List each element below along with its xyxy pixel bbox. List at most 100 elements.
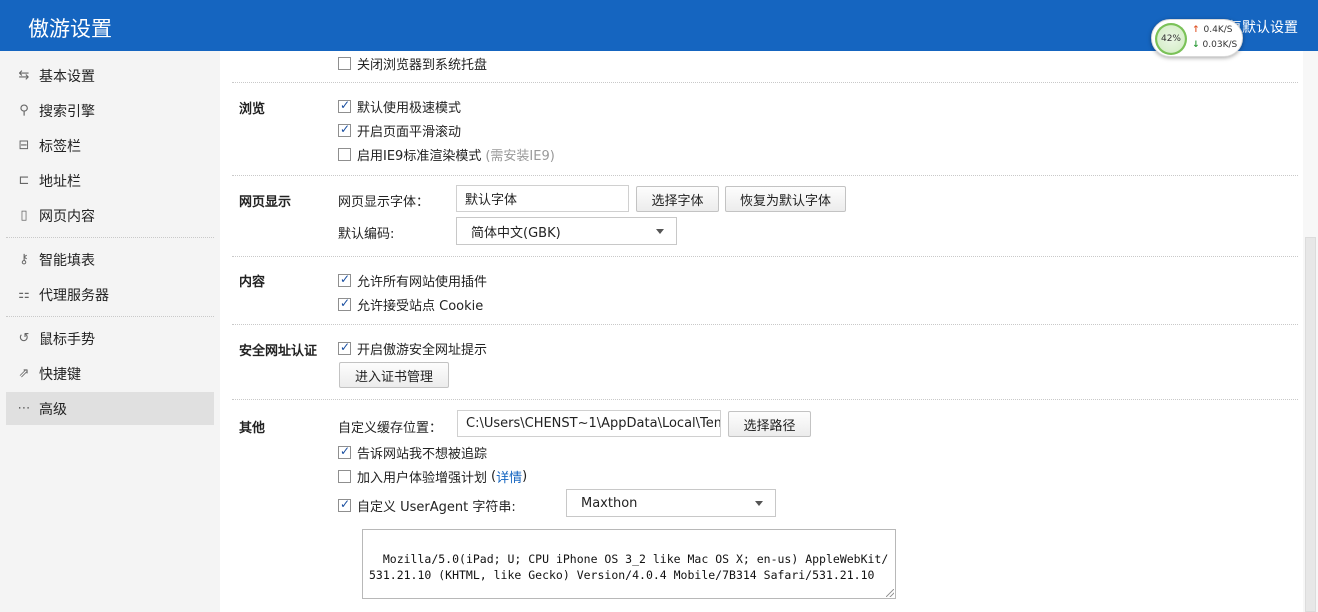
ux-program-option[interactable]: 加入用户体验增强计划 (详情) [338, 467, 527, 486]
checkbox[interactable] [338, 296, 351, 311]
sidebar-item-label: 快捷键 [39, 366, 81, 383]
sidebar-item-label: 地址栏 [39, 173, 81, 190]
choose-path-button[interactable]: 选择路径 [728, 411, 811, 437]
checkbox[interactable] [338, 272, 351, 287]
sidebar: ⇆ 基本设置 ⚲ 搜索引擎 ⊟ 标签栏 ⊏ 地址栏 ▯ 网页内容 ⚷ 智能填表 … [0, 51, 220, 612]
cache-location-label: 自定义缓存位置： [338, 421, 443, 436]
smooth-scroll-option[interactable]: 开启页面平滑滚动 [338, 121, 461, 140]
section-title-security: 安全网址认证 [239, 344, 318, 359]
checkbox[interactable] [338, 497, 351, 512]
download-speed-value: 0.03K/S [1202, 40, 1238, 50]
section-divider [232, 399, 1298, 400]
page-icon: ▯ [20, 208, 28, 223]
vertical-scrollbar[interactable] [1303, 51, 1318, 612]
sidebar-item-tabs[interactable]: ⊟ 标签栏 [6, 129, 214, 162]
download-speed: ↓ 0.03K/S [1192, 40, 1237, 50]
option-label: 告诉网站我不想被追踪 [357, 447, 488, 462]
sidebar-item-label: 搜索引擎 [39, 103, 95, 120]
proxy-icon: ⚏ [18, 287, 30, 302]
allow-cookies-option[interactable]: 允许接受站点 Cookie [338, 295, 483, 314]
sidebar-item-advanced[interactable]: ⋯ 高级 [6, 392, 214, 425]
option-label: 允许所有网站使用插件 [357, 275, 488, 290]
safe-url-option[interactable]: 开启傲游安全网址提示 [338, 339, 487, 358]
chevron-down-icon [656, 229, 664, 234]
sidebar-item-mouse-gesture[interactable]: ↺ 鼠标手势 [6, 322, 214, 355]
address-bar-icon: ⊏ [18, 173, 30, 188]
upload-arrow-icon: ↑ [1192, 25, 1200, 35]
section-divider [232, 256, 1298, 257]
scrollbar-thumb[interactable] [1305, 237, 1316, 612]
sidebar-item-label: 高级 [39, 401, 67, 418]
font-label: 网页显示字体： [338, 195, 430, 210]
option-label: 加入用户体验增强计划 [357, 471, 488, 486]
option-label: 启用IE9标准渲染模式 [357, 149, 482, 164]
choose-font-button[interactable]: 选择字体 [636, 186, 719, 212]
allow-plugins-option[interactable]: 允许所有网站使用插件 [338, 271, 487, 290]
app-title: 傲游设置 [28, 17, 112, 41]
option-label: 自定义 UserAgent 字符串: [357, 500, 516, 515]
checkbox[interactable] [338, 444, 351, 459]
sidebar-item-basic[interactable]: ⇆ 基本设置 [6, 59, 214, 92]
checkbox[interactable] [338, 98, 351, 113]
tabs-icon: ⊟ [18, 138, 30, 153]
useragent-value: Maxthon [581, 495, 638, 511]
section-divider [232, 324, 1298, 325]
network-speed-widget[interactable]: 42% ↑ 0.4K/S ↓ 0.03K/S [1151, 19, 1243, 57]
key-icon: ⚷ [19, 252, 29, 267]
ie9-render-option[interactable]: 启用IE9标准渲染模式 (需安装IE9) [338, 145, 555, 164]
sidebar-divider [6, 316, 214, 317]
checkbox[interactable] [338, 470, 351, 483]
option-label: 开启页面平滑滚动 [357, 125, 462, 140]
more-icon: ⋯ [17, 401, 31, 416]
section-title-content: 内容 [239, 275, 266, 290]
font-field[interactable]: 默认字体 [456, 185, 629, 212]
option-label: 关闭浏览器到系统托盘 [357, 58, 488, 73]
certificate-manager-button[interactable]: 进入证书管理 [339, 362, 449, 388]
restore-font-button[interactable]: 恢复为默认字体 [725, 186, 846, 212]
upload-speed: ↑ 0.4K/S [1192, 25, 1233, 35]
useragent-textarea[interactable]: Mozilla/5.0(iPad; U; CPU iPhone OS 3_2 l… [362, 529, 896, 599]
chevron-down-icon [755, 501, 763, 506]
search-icon: ⚲ [19, 103, 29, 118]
close-to-tray-option[interactable]: 关闭浏览器到系统托盘 [338, 54, 487, 73]
title-bar: 傲游设置 恢复默认设置 [0, 0, 1318, 51]
section-title-other: 其他 [239, 421, 266, 436]
encoding-label: 默认编码: [338, 227, 395, 242]
sidebar-item-label: 智能填表 [39, 252, 95, 269]
resize-grip-icon[interactable] [886, 589, 894, 597]
useragent-text: Mozilla/5.0(iPad; U; CPU iPhone OS 3_2 l… [369, 552, 889, 582]
checkbox[interactable] [338, 340, 351, 355]
sidebar-item-label: 代理服务器 [39, 287, 109, 304]
sidebar-item-label: 鼠标手势 [39, 331, 95, 348]
option-label: 开启傲游安全网址提示 [357, 343, 488, 358]
option-label: 允许接受站点 Cookie [357, 299, 484, 314]
download-arrow-icon: ↓ [1192, 40, 1200, 50]
details-link[interactable]: 详情 [496, 467, 522, 486]
sidebar-item-address-bar[interactable]: ⊏ 地址栏 [6, 164, 214, 197]
encoding-select[interactable]: 简体中文(GBK) [456, 217, 677, 245]
sidebar-item-page-content[interactable]: ▯ 网页内容 [6, 199, 214, 232]
memory-usage-gauge: 42% [1155, 23, 1187, 55]
sidebar-divider [6, 237, 214, 238]
section-divider [232, 82, 1298, 83]
shortcut-icon: ⇗ [18, 366, 30, 381]
do-not-track-option[interactable]: 告诉网站我不想被追踪 [338, 443, 487, 462]
checkbox[interactable] [338, 57, 351, 70]
sidebar-item-shortcut[interactable]: ⇗ 快捷键 [6, 357, 214, 390]
upload-speed-value: 0.4K/S [1203, 25, 1233, 35]
sidebar-item-proxy[interactable]: ⚏ 代理服务器 [6, 278, 214, 311]
sidebar-item-label: 标签栏 [39, 138, 81, 155]
section-divider [232, 175, 1298, 176]
sliders-icon: ⇆ [18, 68, 30, 83]
cache-path-field[interactable]: C:\Users\CHENST~1\AppData\Local\Temp\ [457, 410, 721, 437]
checkbox[interactable] [338, 148, 351, 161]
encoding-value: 简体中文(GBK) [471, 225, 561, 241]
sidebar-item-search-engine[interactable]: ⚲ 搜索引擎 [6, 94, 214, 127]
sidebar-item-autofill[interactable]: ⚷ 智能填表 [6, 243, 214, 276]
checkbox[interactable] [338, 122, 351, 137]
sidebar-item-label: 基本设置 [39, 68, 95, 85]
speed-mode-option[interactable]: 默认使用极速模式 [338, 97, 461, 116]
useragent-select[interactable]: Maxthon [566, 489, 776, 517]
custom-useragent-option[interactable]: 自定义 UserAgent 字符串: [338, 496, 516, 515]
option-hint: (需安装IE9) [485, 149, 555, 164]
